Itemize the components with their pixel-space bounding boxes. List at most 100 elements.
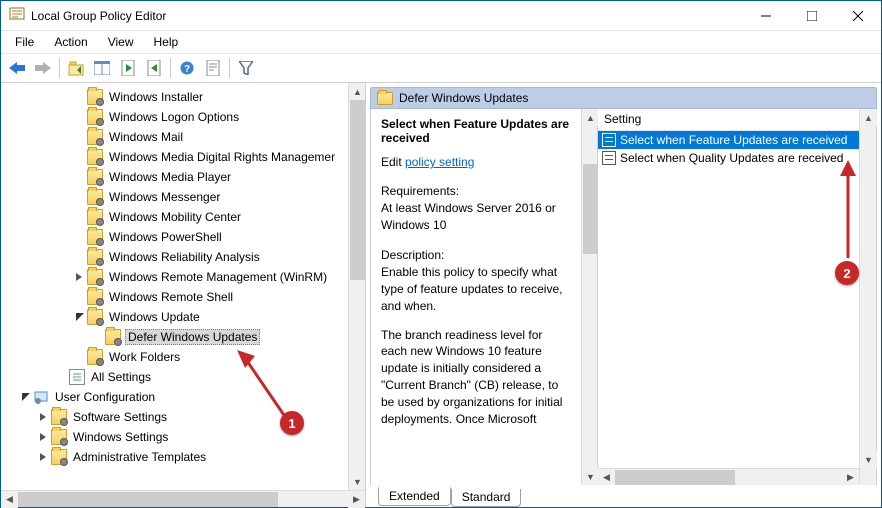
filter-button[interactable] bbox=[234, 56, 258, 80]
tree-item[interactable]: Windows Remote Shell bbox=[1, 287, 348, 307]
tree-item[interactable]: Windows Remote Management (WinRM) bbox=[1, 267, 348, 287]
tree-item-label: Windows Messenger bbox=[109, 190, 220, 204]
folder-icon bbox=[377, 92, 393, 105]
edit-policy-setting-link[interactable]: policy setting bbox=[405, 155, 474, 169]
tree-item[interactable]: Windows Installer bbox=[1, 87, 348, 107]
folder-icon bbox=[87, 349, 103, 365]
annotation-arrow-2 bbox=[833, 158, 863, 268]
setting-row[interactable]: Select when Quality Updates are received bbox=[598, 149, 859, 167]
settings-icon bbox=[69, 369, 85, 385]
scroll-up-button[interactable]: ▲ bbox=[349, 83, 365, 100]
tree-item[interactable]: Windows Media Digital Rights Managemer bbox=[1, 147, 348, 167]
properties-button[interactable] bbox=[201, 56, 225, 80]
expander-none bbox=[73, 210, 87, 224]
refresh-button[interactable] bbox=[116, 56, 140, 80]
scroll-left-button[interactable]: ◀ bbox=[1, 491, 18, 508]
folder-icon bbox=[87, 109, 103, 125]
scroll-down-button[interactable]: ▼ bbox=[349, 473, 365, 490]
tree-item-label: Windows Remote Shell bbox=[109, 290, 233, 304]
tree-vertical-scrollbar[interactable]: ▲ ▼ bbox=[348, 83, 365, 490]
scroll-right-button[interactable]: ▶ bbox=[348, 491, 365, 508]
menu-action[interactable]: Action bbox=[46, 33, 95, 51]
desc-scroll-up[interactable]: ▲ bbox=[582, 109, 599, 126]
expander-none bbox=[55, 370, 69, 384]
tree-item[interactable]: Windows PowerShell bbox=[1, 227, 348, 247]
menu-file[interactable]: File bbox=[7, 33, 42, 51]
policy-item-icon bbox=[602, 133, 616, 147]
up-button[interactable] bbox=[64, 56, 88, 80]
tree-item[interactable]: Administrative Templates bbox=[1, 447, 348, 467]
description-section: Description: Enable this policy to speci… bbox=[381, 247, 571, 427]
desc-scroll-down[interactable]: ▼ bbox=[582, 468, 599, 485]
forward-button[interactable] bbox=[31, 56, 55, 80]
tree-item[interactable]: Windows Mobility Center bbox=[1, 207, 348, 227]
expander-closed-icon[interactable] bbox=[37, 410, 51, 424]
edit-policy-line: Edit policy setting bbox=[381, 155, 571, 169]
content: Windows Installer Windows Logon Options Wi… bbox=[1, 83, 881, 507]
tab-extended[interactable]: Extended bbox=[378, 487, 451, 506]
tree-item[interactable]: Defer Windows Updates bbox=[1, 327, 348, 347]
annotation-badge-1: 1 bbox=[280, 411, 304, 435]
folder-icon bbox=[87, 149, 103, 165]
list-horizontal-scrollbar[interactable]: ◀ ▶ bbox=[598, 468, 859, 485]
tree-item-label: Windows Remote Management (WinRM) bbox=[109, 270, 327, 284]
scroll-thumb[interactable] bbox=[350, 100, 365, 280]
expander-closed-icon[interactable] bbox=[37, 450, 51, 464]
export-button[interactable] bbox=[142, 56, 166, 80]
tree-item[interactable]: Windows Reliability Analysis bbox=[1, 247, 348, 267]
tree-item[interactable]: Windows Update bbox=[1, 307, 348, 327]
details-header: Defer Windows Updates bbox=[370, 87, 877, 109]
folder-icon bbox=[51, 449, 67, 465]
menubar: File Action View Help bbox=[1, 31, 881, 53]
tree-item[interactable]: Windows Messenger bbox=[1, 187, 348, 207]
show-hide-console-button[interactable] bbox=[90, 56, 114, 80]
requirements-text: At least Windows Server 2016 or Windows … bbox=[381, 200, 571, 234]
help-button[interactable]: ? bbox=[175, 56, 199, 80]
folder-icon bbox=[51, 409, 67, 425]
description-p2: The branch readiness level for each new … bbox=[381, 327, 571, 428]
menu-help[interactable]: Help bbox=[146, 33, 187, 51]
tree-item-label: Defer Windows Updates bbox=[128, 330, 257, 344]
folder-icon bbox=[87, 89, 103, 105]
tree-item[interactable]: Windows Media Player bbox=[1, 167, 348, 187]
tree-horizontal-scrollbar[interactable]: ◀ ▶ bbox=[1, 490, 365, 507]
tab-standard[interactable]: Standard bbox=[451, 489, 522, 507]
requirements-label: Requirements: bbox=[381, 183, 571, 200]
policy-description-pane: Select when Feature Updates are received… bbox=[371, 109, 581, 485]
expander-none bbox=[73, 350, 87, 364]
tabs: Extended Standard bbox=[370, 485, 877, 507]
tree-item-label: Windows Mail bbox=[109, 130, 183, 144]
maximize-button[interactable] bbox=[789, 1, 835, 31]
back-button[interactable] bbox=[5, 56, 29, 80]
expander-open-icon[interactable] bbox=[73, 310, 87, 324]
tree-item-label: Windows Logon Options bbox=[109, 110, 239, 124]
tree-item[interactable]: Windows Mail bbox=[1, 127, 348, 147]
list-scroll-thumb-h[interactable] bbox=[615, 470, 735, 485]
menu-view[interactable]: View bbox=[100, 33, 142, 51]
description-scrollbar[interactable]: ▲ ▼ bbox=[581, 109, 598, 485]
expander-open-icon[interactable] bbox=[19, 390, 33, 404]
list-scroll-up[interactable]: ▲ bbox=[860, 109, 877, 126]
details-pane: Defer Windows Updates Select when Featur… bbox=[366, 83, 881, 507]
requirements-section: Requirements: At least Windows Server 20… bbox=[381, 183, 571, 233]
list-scroll-down[interactable]: ▼ bbox=[860, 451, 877, 468]
tree-item-label: Windows PowerShell bbox=[109, 230, 222, 244]
setting-row[interactable]: Select when Feature Updates are received bbox=[598, 131, 859, 149]
scroll-thumb-h[interactable] bbox=[18, 492, 278, 507]
expander-closed-icon[interactable] bbox=[73, 270, 87, 284]
column-header-setting[interactable]: Setting bbox=[598, 109, 859, 131]
expander-closed-icon[interactable] bbox=[37, 430, 51, 444]
close-button[interactable] bbox=[835, 1, 881, 31]
list-scroll-right[interactable]: ▶ bbox=[842, 469, 859, 485]
tree-item[interactable]: Windows Logon Options bbox=[1, 107, 348, 127]
minimize-button[interactable] bbox=[743, 1, 789, 31]
desc-scroll-thumb[interactable] bbox=[583, 164, 598, 254]
folder-icon bbox=[87, 289, 103, 305]
tree-item-label: Windows Media Digital Rights Managemer bbox=[109, 150, 335, 164]
tree-item-label: Windows Installer bbox=[109, 90, 203, 104]
tree-item-label: User Configuration bbox=[55, 390, 155, 404]
folder-icon bbox=[87, 209, 103, 225]
tree-item-label: Windows Mobility Center bbox=[109, 210, 241, 224]
list-scroll-left[interactable]: ◀ bbox=[598, 469, 615, 485]
policy-item-icon bbox=[602, 151, 616, 165]
